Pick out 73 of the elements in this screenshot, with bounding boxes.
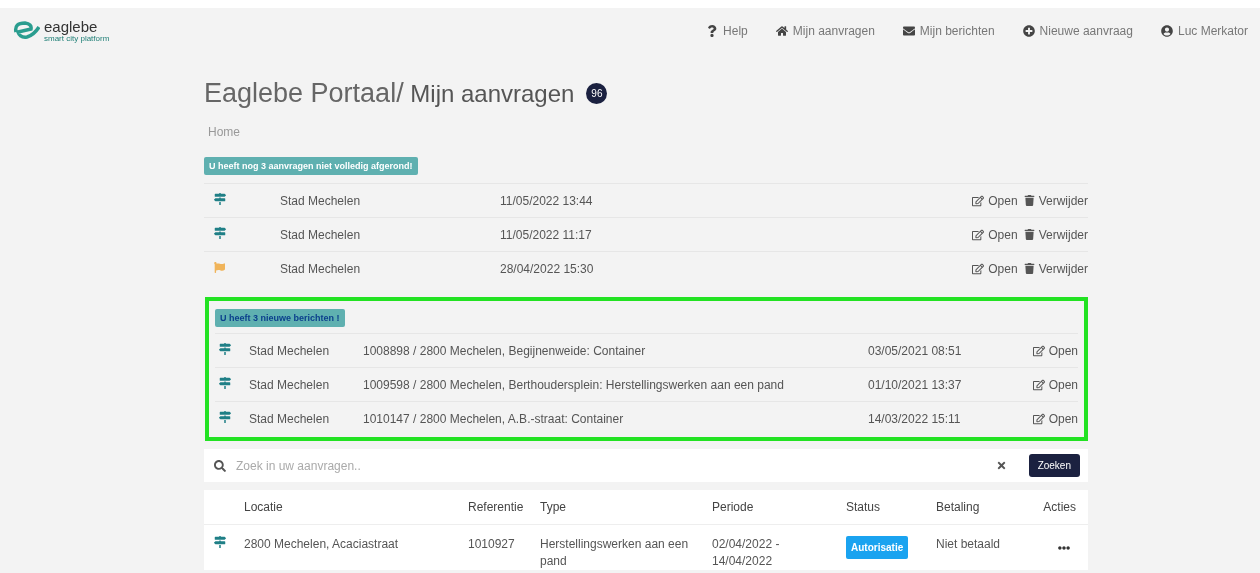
search-icon [214, 459, 226, 472]
status-badge: Autorisatie [846, 536, 909, 559]
signpost-icon [214, 193, 226, 205]
clear-icon[interactable] [995, 460, 1007, 471]
user-icon [1160, 25, 1173, 37]
table-cell-text: Herstellingswerken aan een pand [540, 536, 690, 570]
signpost-icon [214, 227, 226, 239]
drafts-banner: U heeft nog 3 aanvragen niet volledig afgerond! [204, 157, 418, 175]
open-link[interactable]: Open [1032, 377, 1078, 392]
column-header: Acties [1042, 500, 1077, 514]
trash-icon [1023, 195, 1035, 206]
column-header: Locatie [244, 500, 284, 514]
column-header: Type [540, 500, 567, 514]
city-text: Stad Mechelen [280, 227, 362, 242]
open-link[interactable]: Open [1032, 411, 1078, 426]
city-text: Stad Mechelen [280, 261, 362, 276]
open-icon [972, 228, 985, 241]
nav-link[interactable]: Mijn aanvragen [775, 24, 875, 38]
page-title: Eaglebe Portaal/ Mijn aanvragen [204, 78, 575, 109]
open-link[interactable]: Open [1032, 343, 1078, 358]
open-icon [1032, 412, 1045, 425]
column-header: Periode [712, 500, 755, 514]
nav-link[interactable]: Nieuwe aanvraag [1022, 24, 1133, 38]
city-text: Stad Mechelen [280, 193, 362, 208]
envelope-icon [902, 25, 915, 37]
date-text: 11/05/2022 13:44 [500, 193, 594, 208]
open-icon [972, 194, 985, 207]
signpost-icon [219, 377, 231, 389]
city-text: Stad Mechelen [249, 411, 331, 426]
subject-text: 1008898 / 2800 Mechelen, Begijnenweide: Container [363, 343, 647, 358]
delete-link[interactable]: Verwijder [1023, 193, 1088, 208]
home-icon [775, 25, 788, 37]
subject-text: 1010147 / 2800 Mechelen, A.B.-straat: Container [363, 411, 625, 426]
search-button[interactable]: Zoeken [1028, 454, 1080, 477]
logo-icon [12, 21, 40, 41]
date-text: 11/05/2022 11:17 [500, 227, 593, 242]
signpost-icon [219, 411, 231, 423]
trash-icon [1023, 263, 1035, 274]
open-link[interactable]: Open [972, 193, 1018, 208]
table-cell-text: 2800 Mechelen, Acaciastraat [244, 536, 400, 553]
nav-link[interactable]: Help [706, 24, 748, 38]
messages-banner: U heeft 3 nieuwe berichten ! [215, 309, 345, 327]
open-icon [972, 262, 985, 275]
table-cell-text: 02/04/2022 - 14/04/2022 [712, 536, 781, 570]
open-link[interactable]: Open [972, 261, 1018, 276]
column-header: Betaling [936, 500, 981, 514]
column-header: Status [846, 500, 882, 514]
signpost-icon [214, 536, 226, 548]
open-link[interactable]: Open [972, 227, 1018, 242]
city-text: Stad Mechelen [249, 377, 331, 392]
date-text: 01/10/2021 13:37 [868, 377, 963, 392]
city-text: Stad Mechelen [249, 343, 331, 358]
signpost-icon [219, 343, 231, 355]
logo-tagline: smart city platform [44, 34, 110, 43]
trash-icon [1023, 229, 1035, 240]
delete-link[interactable]: Verwijder [1023, 227, 1088, 242]
flag-icon [214, 261, 225, 273]
help-icon [706, 25, 719, 37]
logo-name: eaglebe [44, 19, 99, 34]
date-text: 28/04/2022 15:30 [500, 261, 595, 276]
delete-link[interactable]: Verwijder [1023, 261, 1088, 276]
nav-link[interactable]: Luc Merkator [1160, 24, 1248, 38]
date-text: 03/05/2021 08:51 [868, 343, 963, 358]
table-cell-text: 1010927 [468, 536, 516, 553]
table-cell-text: Niet betaald [936, 536, 1002, 553]
column-header: Referentie [468, 500, 525, 514]
search-field[interactable]: Zoek in uw aanvragen.. Zoeken [204, 449, 1088, 482]
subject-text: 1009598 / 2800 Mechelen, Berthoudersplein: Herstellingswerken aan een pand [363, 377, 785, 392]
open-icon [1032, 378, 1045, 391]
date-text: 14/03/2022 15:11 [868, 411, 962, 426]
nav-link[interactable]: Mijn berichten [902, 24, 995, 38]
count-badge: 96 [586, 83, 608, 104]
open-icon [1032, 344, 1045, 357]
